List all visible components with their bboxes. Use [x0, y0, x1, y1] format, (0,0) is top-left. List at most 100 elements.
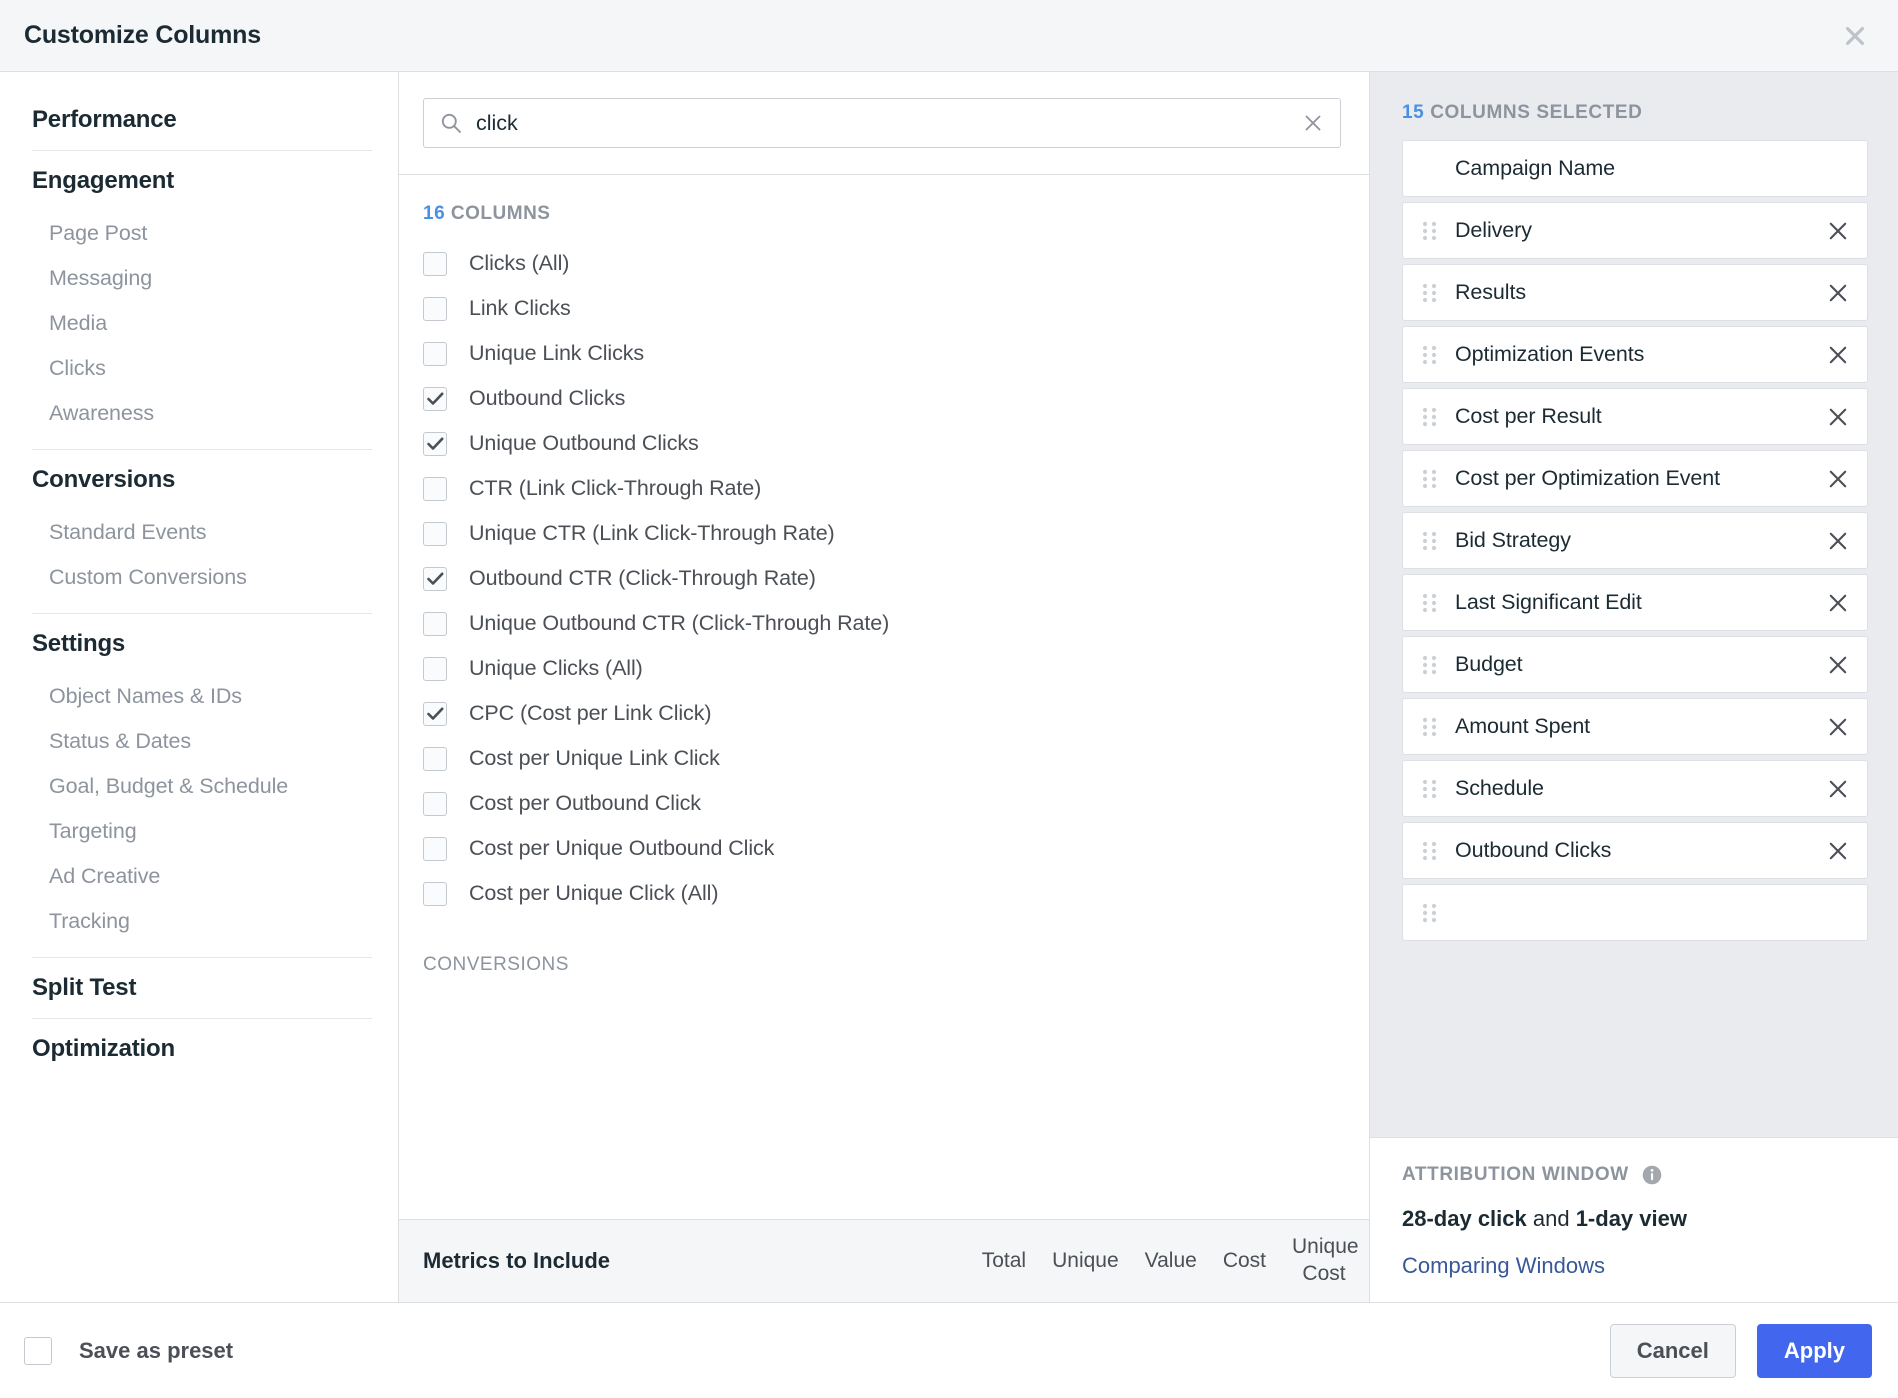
- remove-icon[interactable]: [1819, 530, 1849, 552]
- list-item[interactable]: Clicks (All): [399, 241, 1369, 286]
- drag-handle-icon[interactable]: [1421, 653, 1443, 677]
- selected-item-cost-per-result[interactable]: Cost per Result: [1402, 388, 1868, 445]
- sidebar-item-standard-events[interactable]: Standard Events: [32, 510, 372, 555]
- info-icon[interactable]: [1641, 1164, 1663, 1186]
- save-as-preset-row[interactable]: Save as preset: [24, 1336, 1610, 1365]
- drag-handle-icon[interactable]: [1421, 529, 1443, 553]
- drag-handle-icon[interactable]: [1421, 405, 1443, 429]
- list-item[interactable]: Cost per Unique Outbound Click: [399, 826, 1369, 871]
- selected-item-label: Results: [1455, 280, 1526, 304]
- list-item[interactable]: CTR (Link Click-Through Rate): [399, 466, 1369, 511]
- checkbox-unchecked[interactable]: [423, 656, 447, 681]
- selected-item-outbound-clicks[interactable]: Outbound Clicks: [1402, 822, 1868, 879]
- clear-icon[interactable]: [1292, 112, 1324, 134]
- checkbox-unchecked[interactable]: [423, 296, 447, 321]
- checkbox-unchecked[interactable]: [423, 611, 447, 636]
- selected-columns-list[interactable]: Campaign Name Delivery Results Optimizat…: [1370, 140, 1898, 1137]
- remove-icon[interactable]: [1819, 592, 1849, 614]
- search-box[interactable]: [423, 98, 1341, 148]
- sidebar-item-ad-creative[interactable]: Ad Creative: [32, 854, 372, 899]
- sidebar-item-targeting[interactable]: Targeting: [32, 809, 372, 854]
- list-item[interactable]: Cost per Unique Click (All): [399, 871, 1369, 916]
- sidebar-item-split-test[interactable]: Split Test: [32, 958, 372, 1018]
- checkbox-unchecked[interactable]: [423, 791, 447, 816]
- selected-item-schedule[interactable]: Schedule: [1402, 760, 1868, 817]
- drag-handle-icon[interactable]: [1421, 467, 1443, 491]
- checkbox-unchecked[interactable]: [423, 521, 447, 546]
- sidebar-item-settings[interactable]: Settings: [32, 614, 372, 674]
- sidebar-item-conversions[interactable]: Conversions: [32, 450, 372, 510]
- selected-item-campaign-name[interactable]: Campaign Name: [1402, 140, 1868, 197]
- search-input[interactable]: [476, 110, 1292, 136]
- selected-item-cost-per-optimization-event[interactable]: Cost per Optimization Event: [1402, 450, 1868, 507]
- list-item[interactable]: Unique Outbound Clicks: [399, 421, 1369, 466]
- columns-scroll-area[interactable]: 16 COLUMNS Clicks (All) Link Clicks Uniq…: [399, 175, 1369, 1219]
- drag-handle-icon[interactable]: [1421, 777, 1443, 801]
- list-item[interactable]: Outbound CTR (Click-Through Rate): [399, 556, 1369, 601]
- drag-handle-icon[interactable]: [1421, 901, 1443, 925]
- drag-handle-icon[interactable]: [1421, 591, 1443, 615]
- sidebar-item-custom-conversions[interactable]: Custom Conversions: [32, 555, 372, 600]
- sidebar-item-performance[interactable]: Performance: [32, 90, 372, 150]
- sidebar-item-messaging[interactable]: Messaging: [32, 256, 372, 301]
- selected-item-last-significant-edit[interactable]: Last Significant Edit: [1402, 574, 1868, 631]
- apply-button[interactable]: Apply: [1756, 1323, 1872, 1378]
- checkbox-unchecked[interactable]: [423, 746, 447, 771]
- drag-handle-icon[interactable]: [1421, 839, 1443, 863]
- sidebar-item-goal-budget-schedule[interactable]: Goal, Budget & Schedule: [32, 764, 372, 809]
- checkbox-unchecked[interactable]: [423, 341, 447, 366]
- sidebar-item-awareness[interactable]: Awareness: [32, 391, 372, 436]
- checkbox-checked[interactable]: [423, 701, 447, 726]
- list-item[interactable]: Cost per Outbound Click: [399, 781, 1369, 826]
- checkbox-checked[interactable]: [423, 566, 447, 591]
- selected-item-results[interactable]: Results: [1402, 264, 1868, 321]
- checkbox-unchecked[interactable]: [423, 881, 447, 906]
- selected-item-amount-spent[interactable]: Amount Spent: [1402, 698, 1868, 755]
- list-item[interactable]: Unique Clicks (All): [399, 646, 1369, 691]
- remove-icon[interactable]: [1819, 778, 1849, 800]
- drag-handle-icon[interactable]: [1421, 281, 1443, 305]
- selected-item-delivery[interactable]: Delivery: [1402, 202, 1868, 259]
- sidebar-item-media[interactable]: Media: [32, 301, 372, 346]
- checkbox-checked[interactable]: [423, 386, 447, 411]
- checkbox-unchecked[interactable]: [423, 251, 447, 276]
- close-icon[interactable]: [1838, 19, 1872, 53]
- remove-icon[interactable]: [1819, 716, 1849, 738]
- selected-item-partial[interactable]: [1402, 884, 1868, 941]
- selected-count-label: COLUMNS SELECTED: [1430, 102, 1643, 123]
- list-item[interactable]: Cost per Unique Link Click: [399, 736, 1369, 781]
- sidebar-item-object-names-ids[interactable]: Object Names & IDs: [32, 674, 372, 719]
- list-item[interactable]: CPC (Cost per Link Click): [399, 691, 1369, 736]
- list-item[interactable]: Outbound Clicks: [399, 376, 1369, 421]
- sidebar-item-page-post[interactable]: Page Post: [32, 211, 372, 256]
- list-item[interactable]: Unique Outbound CTR (Click-Through Rate): [399, 601, 1369, 646]
- remove-icon[interactable]: [1819, 840, 1849, 862]
- list-item[interactable]: Link Clicks: [399, 286, 1369, 331]
- checkbox-checked[interactable]: [423, 431, 447, 456]
- remove-icon[interactable]: [1819, 344, 1849, 366]
- selected-item-bid-strategy[interactable]: Bid Strategy: [1402, 512, 1868, 569]
- selected-item-optimization-events[interactable]: Optimization Events: [1402, 326, 1868, 383]
- comparing-windows-link[interactable]: Comparing Windows: [1402, 1253, 1898, 1279]
- sidebar-item-optimization[interactable]: Optimization: [32, 1019, 372, 1079]
- sidebar-item-status-dates[interactable]: Status & Dates: [32, 719, 372, 764]
- list-item[interactable]: Unique CTR (Link Click-Through Rate): [399, 511, 1369, 556]
- save-as-preset-checkbox[interactable]: [24, 1336, 52, 1365]
- list-item[interactable]: Unique Link Clicks: [399, 331, 1369, 376]
- remove-icon[interactable]: [1819, 406, 1849, 428]
- checkbox-unchecked[interactable]: [423, 836, 447, 861]
- remove-icon[interactable]: [1819, 654, 1849, 676]
- remove-icon[interactable]: [1819, 282, 1849, 304]
- sidebar-item-engagement[interactable]: Engagement: [32, 151, 372, 211]
- sidebar-item-clicks[interactable]: Clicks: [32, 346, 372, 391]
- remove-icon[interactable]: [1819, 220, 1849, 242]
- cancel-button[interactable]: Cancel: [1609, 1323, 1736, 1378]
- drag-handle-icon[interactable]: [1421, 219, 1443, 243]
- drag-handle-icon[interactable]: [1421, 715, 1443, 739]
- sidebar-item-tracking[interactable]: Tracking: [32, 899, 372, 944]
- selected-item-budget[interactable]: Budget: [1402, 636, 1868, 693]
- selected-item-label: Last Significant Edit: [1455, 590, 1642, 614]
- checkbox-unchecked[interactable]: [423, 476, 447, 501]
- drag-handle-icon[interactable]: [1421, 343, 1443, 367]
- remove-icon[interactable]: [1819, 468, 1849, 490]
